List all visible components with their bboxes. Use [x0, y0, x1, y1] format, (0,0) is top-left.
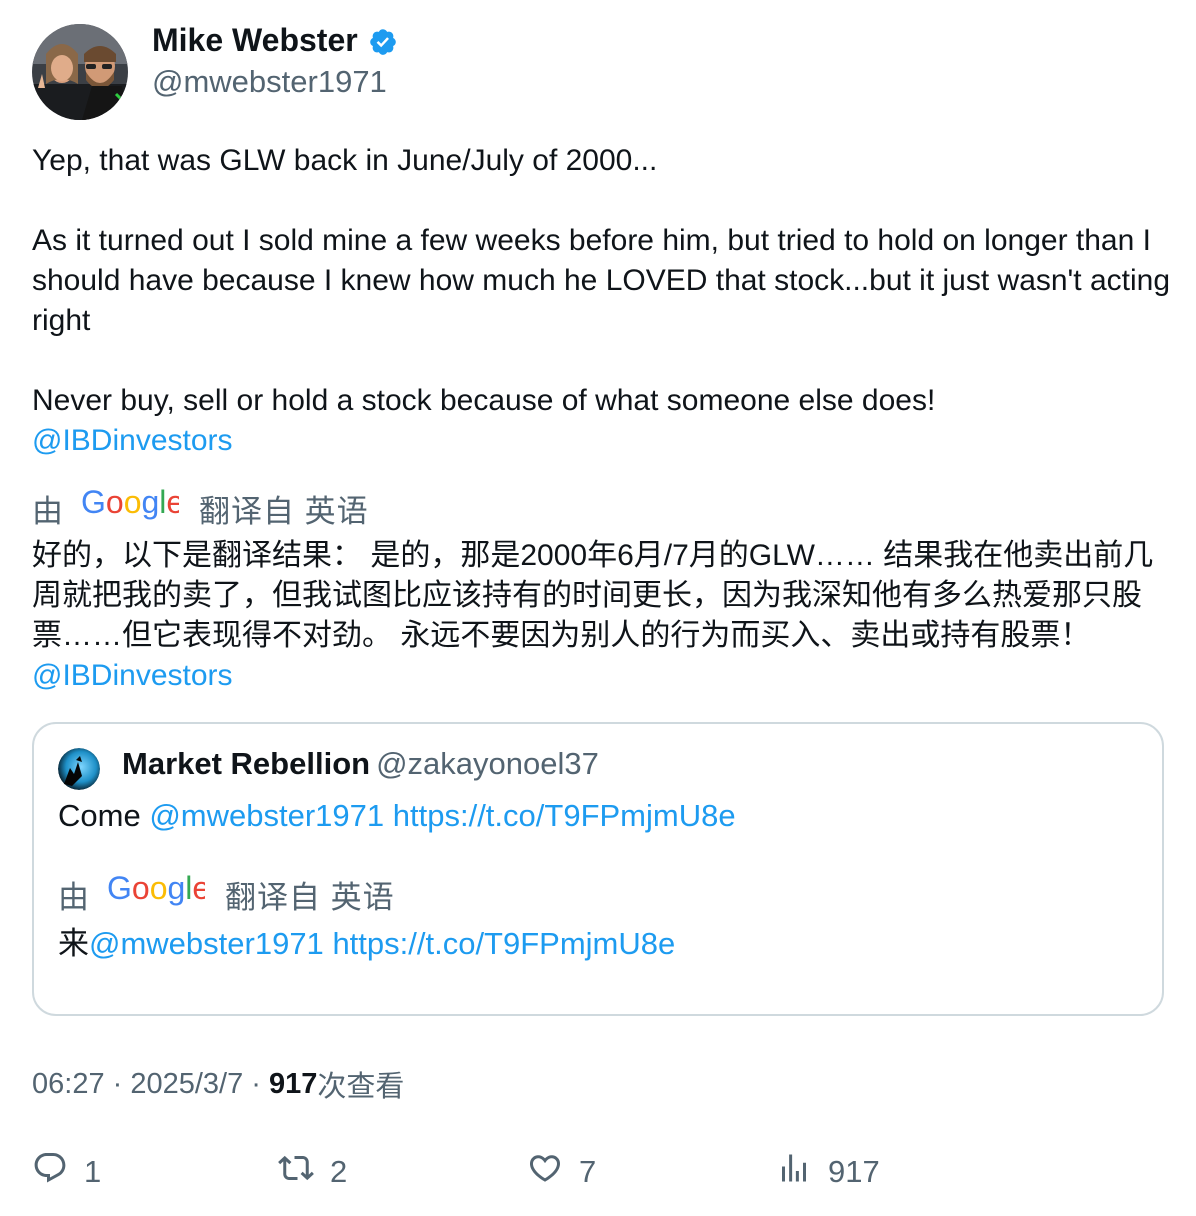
quoted-author-handle[interactable]: @zakayonoel37	[376, 746, 599, 781]
quoted-google-logo[interactable]: Google	[107, 870, 210, 915]
quoted-author-name[interactable]: Market Rebellion	[122, 746, 370, 781]
quoted-mention-link[interactable]: @mwebster1971	[149, 798, 384, 833]
quoted-text-prefix: Come	[58, 798, 141, 833]
like-icon	[527, 1150, 563, 1194]
meta-separator: ·	[243, 1067, 270, 1100]
svg-text:Google: Google	[107, 873, 205, 906]
quoted-tweet-card[interactable]: Market Rebellion @zakayonoel37 Come @mweb…	[32, 722, 1164, 1016]
tweet-text: Yep, that was GLW back in June/July of 2…	[32, 141, 1172, 461]
quoted-tweet-text: Come @mwebster1971 https://t.co/T9FPmjmU…	[58, 796, 736, 836]
retweet-icon	[278, 1150, 314, 1194]
like-button[interactable]: 7	[527, 1150, 596, 1194]
translated-text: 好的，以下是翻译结果： 是的，那是2000年6月/7月的GLW…… 结果我在他卖…	[32, 536, 1172, 696]
svg-text:Google: Google	[81, 487, 179, 520]
mention-link[interactable]: @IBDinvestors	[32, 424, 233, 457]
views-button[interactable]: 917	[776, 1150, 880, 1194]
quoted-translated-mention-link[interactable]: @mwebster1971	[89, 926, 324, 961]
like-count: 7	[579, 1154, 597, 1189]
views-count: 917	[269, 1067, 318, 1100]
translated-body: 好的，以下是翻译结果： 是的，那是2000年6月/7月的GLW…… 结果我在他卖…	[32, 539, 1154, 652]
views-icon	[776, 1150, 812, 1194]
reply-count: 1	[84, 1154, 102, 1189]
author-name[interactable]: Mike Webster	[152, 22, 358, 59]
retweet-button[interactable]: 2	[278, 1150, 347, 1194]
quoted-translated-text: 来@mwebster1971 https://t.co/T9FPmjmU8e	[58, 924, 675, 964]
quoted-translated-prefix: 来	[58, 926, 89, 961]
verified-badge-icon[interactable]	[368, 27, 398, 57]
retweet-count: 2	[330, 1154, 348, 1189]
google-logo[interactable]: Google	[81, 484, 184, 529]
reply-button[interactable]: 1	[32, 1150, 101, 1194]
quoted-author-avatar[interactable]	[58, 748, 100, 790]
tweet-paragraph-1: Yep, that was GLW back in June/July of 2…	[32, 144, 658, 177]
meta-separator: ·	[104, 1067, 131, 1100]
translation-attribution: 由 Google 翻译自 英语	[32, 484, 369, 529]
tweet-paragraph-2: As it turned out I sold mine a few weeks…	[32, 224, 1171, 337]
views-action-count: 917	[828, 1154, 880, 1189]
translated-by-label: 由	[32, 493, 63, 529]
quoted-translated-url-link[interactable]: https://t.co/T9FPmjmU8e	[332, 926, 675, 961]
author-handle[interactable]: @mwebster1971	[152, 64, 387, 100]
reply-icon	[32, 1150, 68, 1194]
translated-mention-link[interactable]: @IBDinvestors	[32, 659, 233, 692]
tweet-meta: 06:27 · 2025/3/7 · 917 次查看	[32, 1063, 404, 1105]
quoted-translation-attribution: 由 Google 翻译自 英语	[58, 870, 395, 915]
quoted-url-link[interactable]: https://t.co/T9FPmjmU8e	[393, 798, 736, 833]
tweet-time[interactable]: 06:27	[32, 1068, 105, 1101]
views-label: 次查看	[317, 1071, 405, 1103]
author-avatar[interactable]	[32, 24, 128, 120]
tweet-paragraph-3: Never buy, sell or hold a stock because …	[32, 384, 936, 417]
translated-from-label: 翻译自 英语	[199, 493, 369, 529]
quoted-translated-from-label: 翻译自 英语	[225, 879, 395, 915]
tweet-date[interactable]: 2025/3/7	[130, 1068, 243, 1101]
quoted-translated-by-label: 由	[58, 879, 89, 915]
